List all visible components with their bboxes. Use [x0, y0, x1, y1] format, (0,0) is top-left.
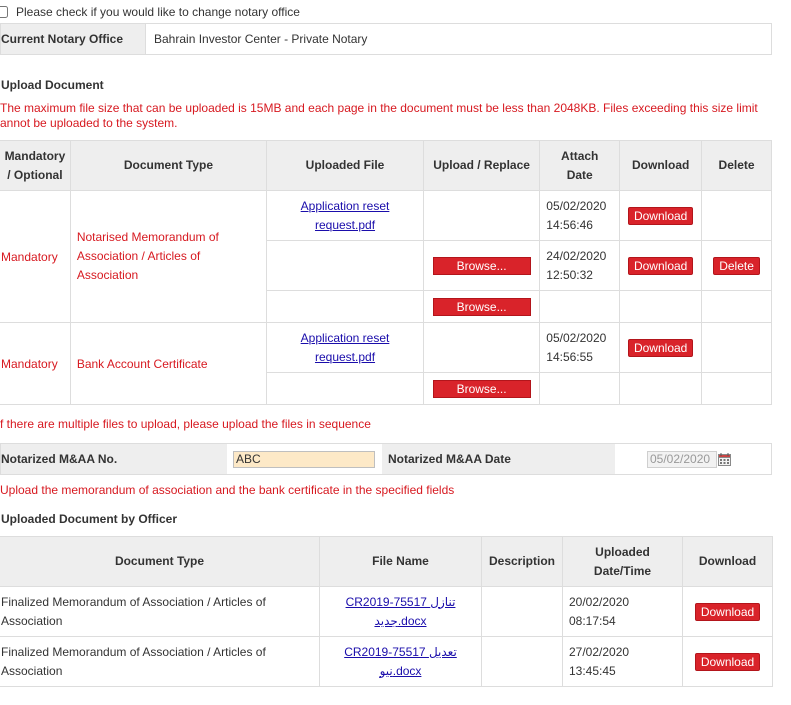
uploaded-file-cell: Application reset request.pdf — [266, 190, 424, 241]
header-uploaded-file: Uploaded File — [266, 140, 424, 191]
upload-replace-cell — [422, 322, 541, 373]
officer-section-title: Uploaded Document by Officer — [1, 512, 178, 526]
upload-replace-cell — [422, 190, 541, 241]
download-button[interactable]: Download — [627, 206, 694, 225]
download-cell: Download — [682, 636, 773, 687]
document-type-cell: Finalized Memorandum of Association / Ar… — [0, 586, 320, 637]
uploaded-file-cell — [266, 372, 424, 405]
delete-cell — [701, 372, 772, 405]
download-cell — [619, 372, 703, 405]
header-upload-replace: Upload / Replace — [422, 140, 541, 191]
download-cell: Download — [619, 322, 703, 373]
maa-number-input[interactable] — [233, 450, 375, 468]
browse-button[interactable]: Browse... — [432, 379, 531, 398]
maa-number-cell — [227, 444, 382, 474]
change-notary-checkbox[interactable] — [0, 6, 8, 18]
header-attach-date: Attach Date — [539, 140, 621, 191]
uploaded-file-link[interactable]: Application reset request.pdf — [301, 199, 390, 232]
browse-button[interactable]: Browse... — [432, 256, 531, 275]
attach-date-cell — [539, 372, 621, 405]
current-notary-value: Bahrain Investor Center - Private Notary — [154, 32, 368, 46]
table-row: Finalized Memorandum of Association / Ar… — [0, 586, 773, 637]
upload-document-title: Upload Document — [1, 78, 104, 92]
header-uploaded-date: Uploaded Date/Time — [562, 536, 683, 587]
uploaded-file-link[interactable]: Application reset request.pdf — [301, 331, 390, 364]
attach-date-cell: 05/02/2020 14:56:46 — [539, 190, 621, 241]
header-download: Download — [682, 536, 773, 587]
upload-document-table: Mandatory / Optional Document Type Upload… — [0, 140, 772, 405]
header-description: Description — [481, 536, 563, 587]
header-file-name: File Name — [319, 536, 482, 587]
maa-date-cell — [615, 444, 771, 474]
size-warning-line-1: The maximum file size that can be upload… — [0, 101, 758, 115]
description-cell — [481, 636, 563, 687]
size-warning-line-2: annot be uploaded to the system. — [0, 116, 178, 130]
document-type-cell: Finalized Memorandum of Association / Ar… — [0, 636, 320, 687]
download-cell: Download — [682, 586, 773, 637]
attach-date-cell — [539, 290, 621, 323]
upload-replace-cell: Browse... — [422, 290, 541, 323]
current-notary-label: Current Notary Office — [1, 24, 146, 54]
document-type-cell: Notarised Memorandum of Association / Ar… — [69, 190, 268, 323]
download-button[interactable]: Download — [694, 652, 761, 671]
uploaded-date-cell: 20/02/2020 08:17:54 — [562, 586, 683, 637]
upload-replace-cell: Browse... — [422, 372, 541, 405]
table-row: Mandatory Bank Account Certificate Appli… — [0, 322, 772, 405]
mandatory-cell: Mandatory — [0, 190, 71, 323]
header-delete: Delete — [701, 140, 772, 191]
maa-date-label: Notarized M&AA Date — [382, 444, 615, 474]
header-download: Download — [619, 140, 703, 191]
sequence-note: f there are multiple files to upload, pl… — [0, 417, 371, 431]
maa-number-label: Notarized M&AA No. — [1, 444, 227, 474]
file-name-cell: CR2019-75517 تعديل نيو.docx — [319, 636, 482, 687]
delete-cell: Delete — [701, 240, 772, 291]
uploaded-file-cell — [266, 240, 424, 291]
file-name-link[interactable]: CR2019-75517 تعديل نيو.docx — [344, 645, 457, 678]
attach-date-cell: 24/02/2020 12:50:32 — [539, 240, 621, 291]
table-row: Finalized Memorandum of Association / Ar… — [0, 636, 773, 687]
uploaded-date-cell: 27/02/2020 13:45:45 — [562, 636, 683, 687]
table-row: Mandatory Notarised Memorandum of Associ… — [0, 190, 772, 323]
change-notary-row: Please check if you would like to change… — [0, 4, 300, 20]
attach-date-cell: 05/02/2020 14:56:55 — [539, 322, 621, 373]
download-button[interactable]: Download — [694, 602, 761, 621]
uploaded-file-cell — [266, 290, 424, 323]
mandatory-cell: Mandatory — [0, 322, 71, 405]
upload-table-header: Mandatory / Optional Document Type Upload… — [0, 140, 772, 191]
file-name-link[interactable]: CR2019-75517 تنازل جديد.docx — [346, 595, 456, 628]
current-notary-box: Current Notary Office Bahrain Investor C… — [0, 23, 772, 55]
delete-cell — [701, 322, 772, 373]
uploaded-file-cell: Application reset request.pdf — [266, 322, 424, 373]
size-warning: The maximum file size that can be upload… — [0, 101, 791, 131]
file-name-cell: CR2019-75517 تنازل جديد.docx — [319, 586, 482, 637]
download-button[interactable]: Download — [627, 338, 694, 357]
officer-documents-table: Document Type File Name Description Uplo… — [0, 536, 773, 687]
download-cell: Download — [619, 240, 703, 291]
delete-cell — [701, 290, 772, 323]
change-notary-label: Please check if you would like to change… — [16, 5, 300, 19]
header-mandatory: Mandatory / Optional — [0, 140, 71, 191]
delete-button[interactable]: Delete — [713, 256, 760, 275]
header-document-type: Document Type — [0, 536, 320, 587]
download-cell: Download — [619, 190, 703, 241]
maa-box: Notarized M&AA No. Notarized M&AA Date — [0, 443, 772, 475]
delete-cell — [701, 190, 772, 241]
download-button[interactable]: Download — [627, 256, 694, 275]
document-type-cell: Bank Account Certificate — [69, 322, 268, 405]
officer-table-header: Document Type File Name Description Uplo… — [0, 536, 773, 587]
maa-note: Upload the memorandum of association and… — [0, 483, 455, 497]
upload-replace-cell: Browse... — [422, 240, 541, 291]
download-cell — [619, 290, 703, 323]
header-document-type: Document Type — [69, 140, 268, 191]
maa-date-input[interactable] — [647, 450, 717, 468]
description-cell — [481, 586, 563, 637]
browse-button[interactable]: Browse... — [432, 297, 531, 316]
calendar-icon[interactable] — [718, 452, 731, 466]
